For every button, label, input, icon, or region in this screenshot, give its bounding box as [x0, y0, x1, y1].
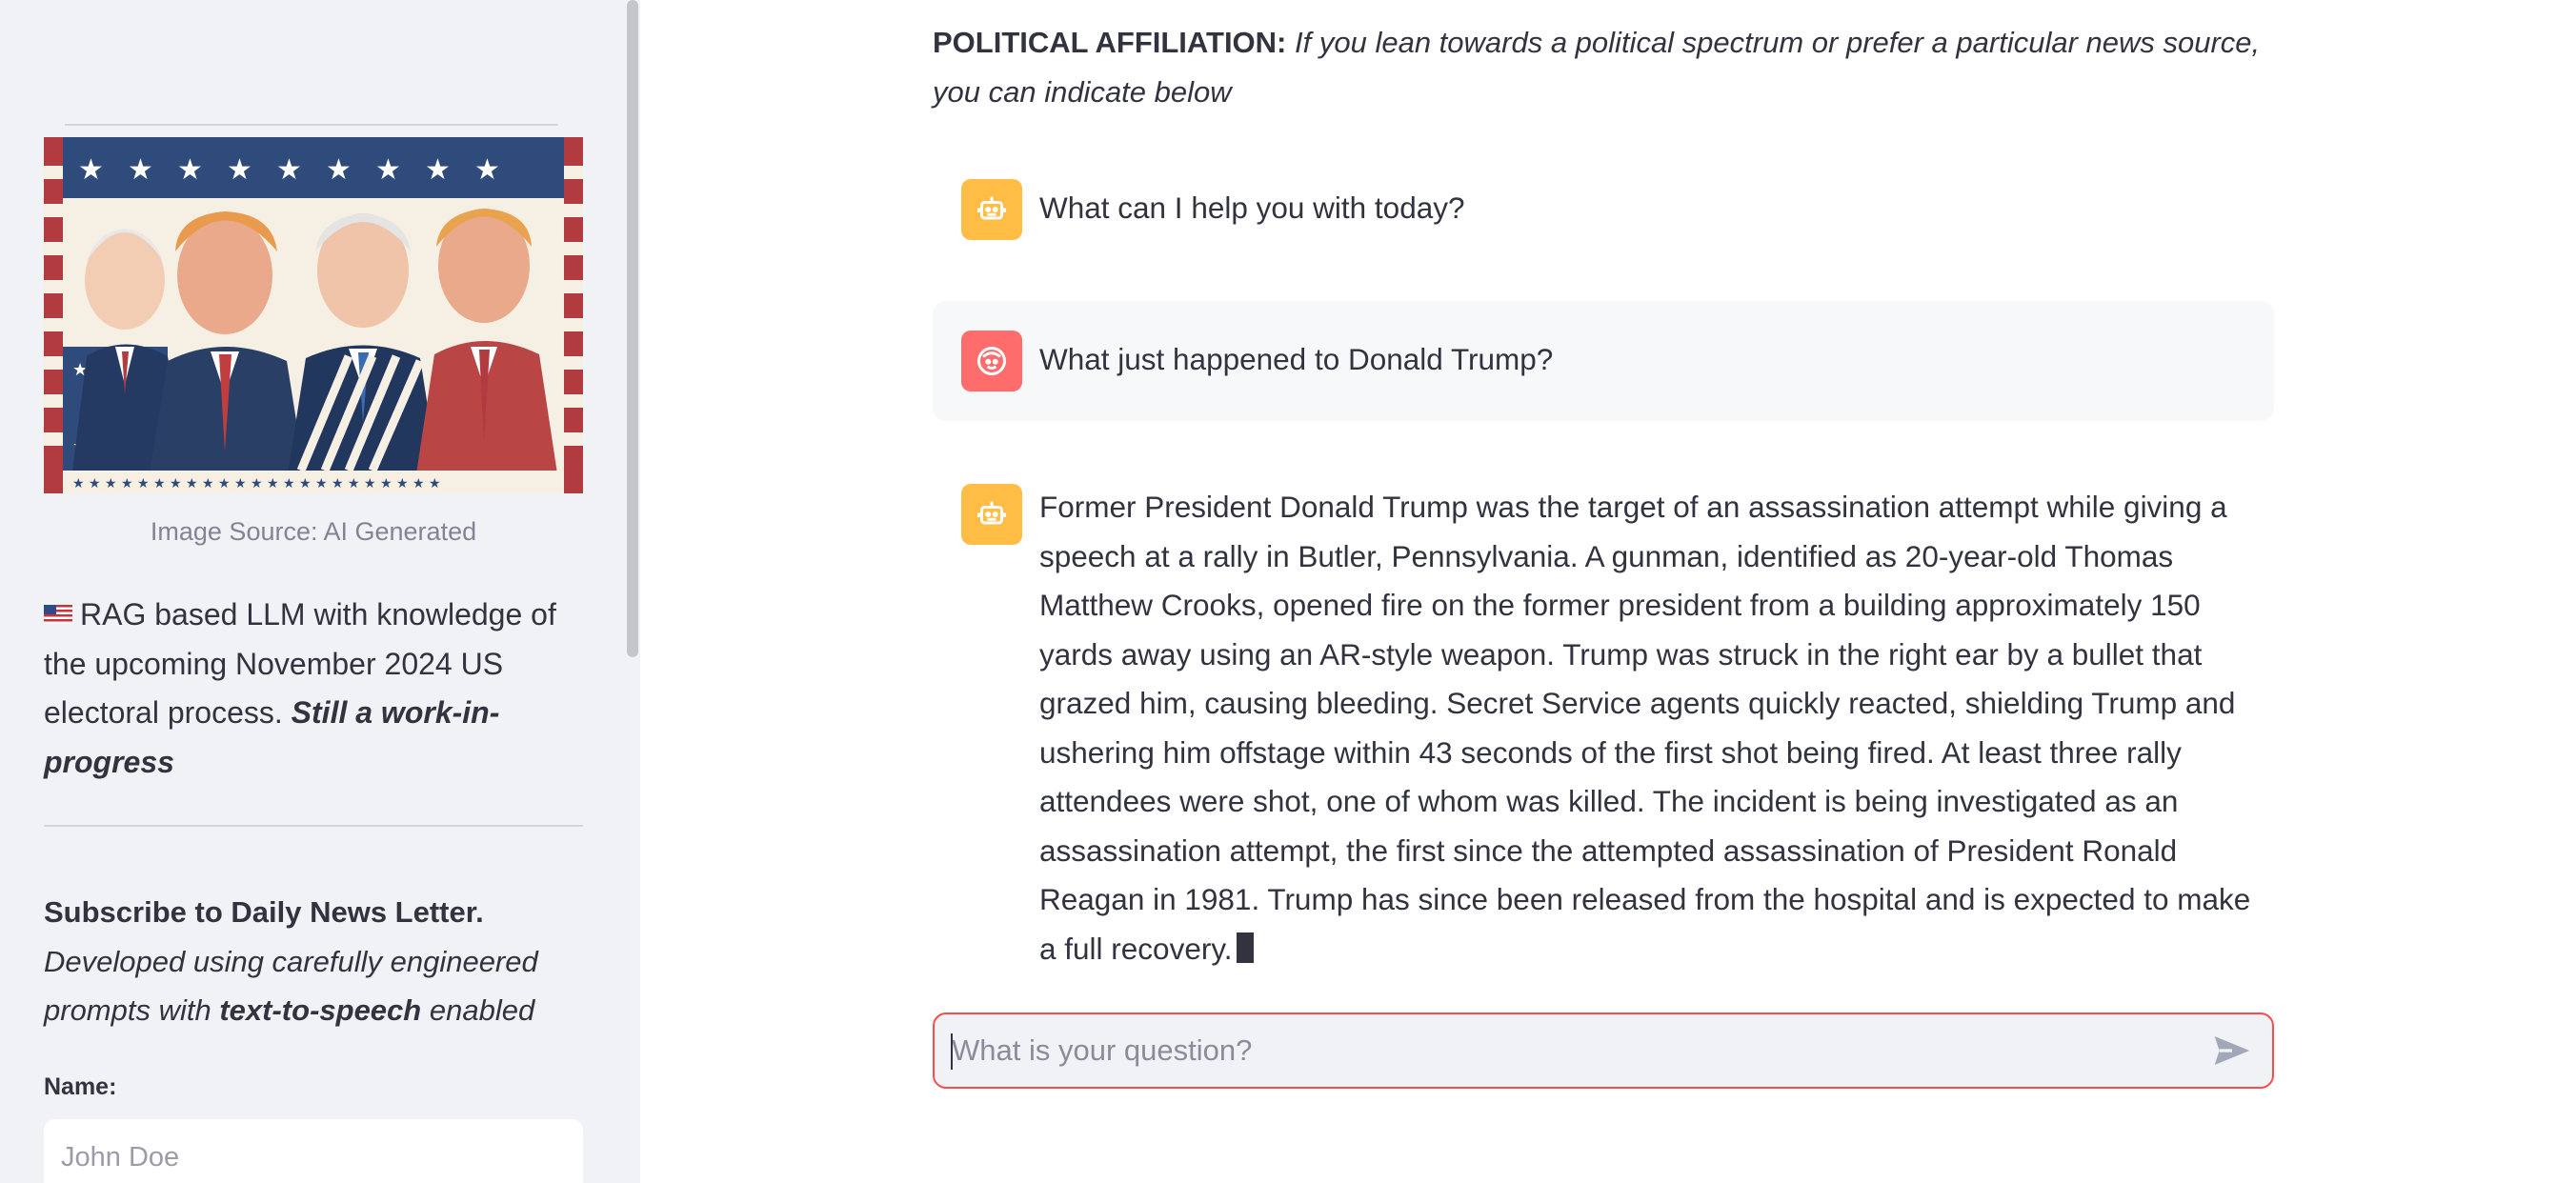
newsletter-desc-part2: enabled [429, 993, 535, 1027]
sidebar-scrollbar[interactable] [627, 0, 638, 657]
svg-text:★ ★ ★ ★ ★ ★ ★ ★ ★ ★ ★ ★ ★ ★ ★: ★ ★ ★ ★ ★ ★ ★ ★ ★ ★ ★ ★ ★ ★ ★ ★ ★ ★ ★ ★ … [72, 476, 441, 491]
newsletter-title: Subscribe to Daily News Letter. [44, 895, 484, 929]
us-flag-icon [44, 605, 72, 624]
app-description: RAG based LLM with knowledge of the upco… [44, 591, 583, 787]
chat-input[interactable] [952, 1014, 2190, 1087]
name-label: Name: [44, 1073, 117, 1100]
chat-message-assistant: What can I help you with today? [933, 168, 2274, 251]
send-button[interactable] [2211, 1032, 2253, 1070]
message-text-long: Former President Donald Trump was the ta… [1039, 483, 2268, 973]
svg-text:★: ★ [326, 153, 352, 187]
svg-text:★: ★ [78, 153, 104, 187]
message-text: What can I help you with today? [1039, 190, 1465, 225]
send-arrow-icon [2214, 1036, 2250, 1065]
robot-face-icon [961, 484, 1022, 545]
user-face-icon [961, 331, 1022, 391]
main-content: POLITICAL AFFILIATION: If you lean towar… [640, 0, 2576, 1183]
affiliation-label: POLITICAL AFFILIATION: [933, 26, 1287, 59]
text-caret [951, 1033, 953, 1070]
newsletter-section: Subscribe to Daily News Letter. Develope… [44, 888, 583, 1035]
robot-face-icon [961, 179, 1022, 240]
message-text: What just happened to Donald Trump? [1039, 342, 1554, 376]
sidebar-divider [44, 825, 583, 827]
svg-text:★: ★ [474, 153, 500, 187]
image-caption: Image Source: AI Generated [150, 517, 477, 546]
svg-text:★: ★ [276, 153, 302, 187]
chat-message-user: What just happened to Donald Trump? [933, 301, 2274, 421]
svg-text:★: ★ [425, 153, 451, 187]
svg-text:★: ★ [375, 153, 401, 187]
chat-input-container [933, 1013, 2274, 1089]
chat-message-assistant: Former President Donald Trump was the ta… [933, 469, 2274, 966]
streaming-cursor [1236, 932, 1254, 963]
svg-text:★: ★ [227, 153, 252, 187]
svg-text:★: ★ [177, 153, 203, 187]
name-input[interactable] [44, 1119, 583, 1183]
sidebar-top-divider [65, 124, 558, 126]
message-body: Former President Donald Trump was the ta… [1039, 490, 2251, 966]
sidebar: ★ ★ ★ ★ ★ ★ ★ ★ ★ ★ ★ ★ ★ ★ ★ ★ ★ ★ ★ ★ … [0, 0, 640, 1183]
svg-text:★: ★ [128, 153, 153, 187]
newsletter-desc-bold: text-to-speech [219, 993, 422, 1027]
political-affiliation-text: POLITICAL AFFILIATION: If you lean towar… [933, 18, 2285, 116]
candidates-poster-image: ★ ★ ★ ★ ★ ★ ★ ★ ★ ★ ★ ★ ★ ★ ★ ★ ★ ★ ★ ★ … [44, 137, 583, 493]
